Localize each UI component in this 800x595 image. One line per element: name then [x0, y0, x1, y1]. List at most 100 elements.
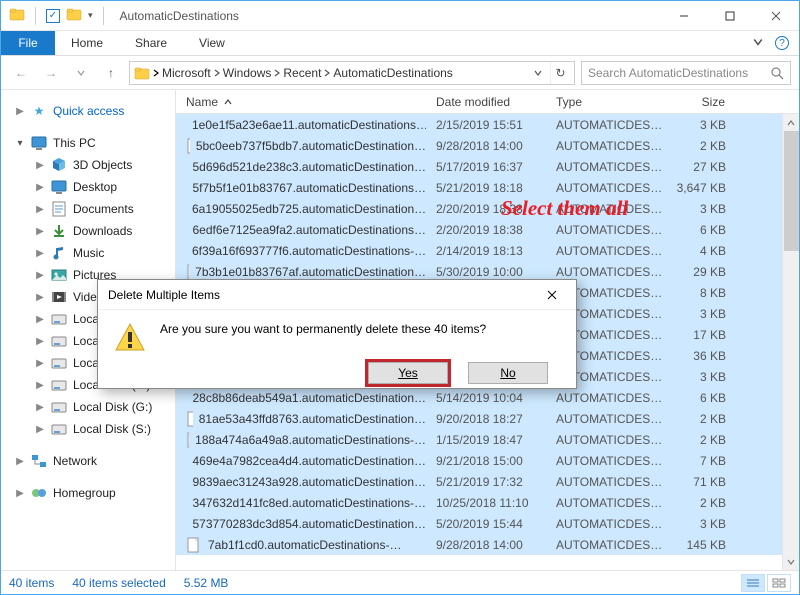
window-title: AutomaticDestinations: [120, 9, 239, 23]
annotation-text: Select them all: [501, 196, 628, 221]
column-headers: Name Date modified Type Size: [176, 90, 799, 114]
dialog-yes-button[interactable]: Yes: [368, 362, 448, 384]
file-icon: [186, 180, 187, 196]
breadcrumb-segment[interactable]: Microsoft: [162, 66, 221, 80]
warning-icon: [114, 322, 146, 354]
view-large-button[interactable]: [767, 574, 791, 592]
table-row[interactable]: 81ae53a43ffd8763.automaticDestination…9/…: [176, 408, 799, 429]
sidebar-quick-access[interactable]: ▶ ★ Quick access: [1, 100, 175, 122]
vertical-scrollbar[interactable]: [782, 114, 799, 570]
view-details-button[interactable]: [741, 574, 765, 592]
disk-icon: [51, 355, 67, 371]
nav-up-button[interactable]: ↑: [99, 61, 123, 85]
dialog-close-button[interactable]: [538, 285, 566, 305]
table-row[interactable]: 1e0e1f5a23e6ae11.automaticDestinations…2…: [176, 114, 799, 135]
dialog-message: Are you sure you want to permanently del…: [160, 322, 486, 336]
tab-file[interactable]: File: [1, 31, 55, 55]
table-row[interactable]: 5f7b5f1e01b83767.automaticDestinations…5…: [176, 177, 799, 198]
down-icon: [51, 223, 67, 239]
file-icon: [186, 495, 187, 511]
disk-icon: [51, 311, 67, 327]
address-box[interactable]: Microsoft Windows Recent AutomaticDestin…: [129, 61, 575, 85]
file-icon: [186, 222, 187, 238]
folder-icon: [134, 65, 150, 81]
help-icon[interactable]: ?: [775, 36, 789, 50]
table-row[interactable]: 5bc0eeb737f5bdb7.automaticDestination…9/…: [176, 135, 799, 156]
file-icon: [186, 537, 202, 553]
refresh-button[interactable]: ↻: [550, 62, 570, 84]
status-count: 40 items: [9, 576, 54, 590]
sidebar-homegroup[interactable]: ▶ Homegroup: [1, 482, 175, 504]
qat-check-icon[interactable]: ✓: [46, 9, 60, 23]
disk-icon: [51, 377, 67, 393]
search-input[interactable]: Search AutomaticDestinations: [581, 61, 791, 85]
network-icon: [31, 453, 47, 469]
file-icon: [186, 432, 189, 448]
desktop-icon: [51, 179, 67, 195]
sidebar-item[interactable]: ▶Desktop: [1, 176, 175, 198]
table-row[interactable]: 6f39a16f693777f6.automaticDestinations-……: [176, 240, 799, 261]
table-row[interactable]: 188a474a6a49a8.automaticDestinations-…1/…: [176, 429, 799, 450]
status-bar: 40 items 40 items selected 5.52 MB: [1, 570, 799, 594]
disk-icon: [51, 399, 67, 415]
sidebar-network[interactable]: ▶ Network: [1, 450, 175, 472]
music-icon: [51, 245, 67, 261]
monitor-icon: [31, 135, 47, 151]
nav-back-button[interactable]: ←: [9, 61, 33, 85]
sidebar-item[interactable]: ▶Local Disk (G:): [1, 396, 175, 418]
sidebar-item[interactable]: ▶Local Disk (S:): [1, 418, 175, 440]
breadcrumb-segment[interactable]: Windows: [223, 66, 282, 80]
search-placeholder: Search AutomaticDestinations: [588, 66, 748, 80]
column-type[interactable]: Type: [546, 95, 666, 109]
table-row[interactable]: 347632d141fc8ed.automaticDestinations-…1…: [176, 492, 799, 513]
column-name[interactable]: Name: [176, 95, 426, 109]
maximize-button[interactable]: [707, 1, 753, 31]
sort-asc-icon: [224, 98, 232, 106]
tab-home[interactable]: Home: [55, 31, 119, 55]
nav-forward-button[interactable]: →: [39, 61, 63, 85]
doc-icon: [51, 201, 67, 217]
chevron-right-icon[interactable]: [152, 69, 160, 77]
sidebar-this-pc[interactable]: ▾ This PC: [1, 132, 175, 154]
column-date[interactable]: Date modified: [426, 95, 546, 109]
qat-folder-icon[interactable]: [66, 6, 82, 25]
tab-view[interactable]: View: [183, 31, 241, 55]
table-row[interactable]: 9839aec31243a928.automaticDestination…5/…: [176, 471, 799, 492]
disk-icon: [51, 421, 67, 437]
nav-recent-button[interactable]: [69, 61, 93, 85]
table-row[interactable]: 469e4a7982cea4d4.automaticDestination…9/…: [176, 450, 799, 471]
ribbon-expand-icon[interactable]: [753, 36, 763, 50]
dialog-no-button[interactable]: No: [468, 362, 548, 384]
table-row[interactable]: 7ab1f1cd0.automaticDestinations-…9/28/20…: [176, 534, 799, 555]
scroll-thumb[interactable]: [784, 131, 799, 251]
table-row[interactable]: 6edf6e7125ea9fa2.automaticDestinations…2…: [176, 219, 799, 240]
sidebar-item[interactable]: ▶Documents: [1, 198, 175, 220]
app-folder-icon: [9, 6, 25, 25]
sidebar-item[interactable]: ▶Music: [1, 242, 175, 264]
minimize-button[interactable]: [661, 1, 707, 31]
file-icon: [186, 411, 193, 427]
breadcrumb-segment[interactable]: Recent: [283, 66, 331, 80]
search-icon: [770, 66, 784, 80]
tab-share[interactable]: Share: [119, 31, 183, 55]
status-selected: 40 items selected: [72, 576, 165, 590]
cube-icon: [51, 157, 67, 173]
sidebar-item[interactable]: ▶Downloads: [1, 220, 175, 242]
column-size[interactable]: Size: [666, 95, 736, 109]
file-icon: [186, 264, 189, 280]
table-row[interactable]: 6a19055025edb725.automaticDestination…2/…: [176, 198, 799, 219]
breadcrumb-segment[interactable]: AutomaticDestinations: [333, 66, 452, 80]
star-icon: ★: [31, 103, 47, 119]
qat-overflow-icon[interactable]: ▾: [88, 10, 93, 21]
status-size: 5.52 MB: [184, 576, 229, 590]
dialog-title: Delete Multiple Items: [108, 288, 220, 302]
table-row[interactable]: 573770283dc3d854.automaticDestination…5/…: [176, 513, 799, 534]
scroll-down-icon[interactable]: [783, 553, 799, 570]
sidebar-item[interactable]: ▶3D Objects: [1, 154, 175, 176]
scroll-up-icon[interactable]: [783, 114, 799, 131]
address-dropdown-icon[interactable]: [528, 62, 548, 84]
close-button[interactable]: [753, 1, 799, 31]
ribbon-tabs: File Home Share View ?: [1, 31, 799, 56]
table-row[interactable]: 5d696d521de238c3.automaticDestination…5/…: [176, 156, 799, 177]
delete-dialog: Delete Multiple Items Are you sure you w…: [97, 279, 577, 389]
